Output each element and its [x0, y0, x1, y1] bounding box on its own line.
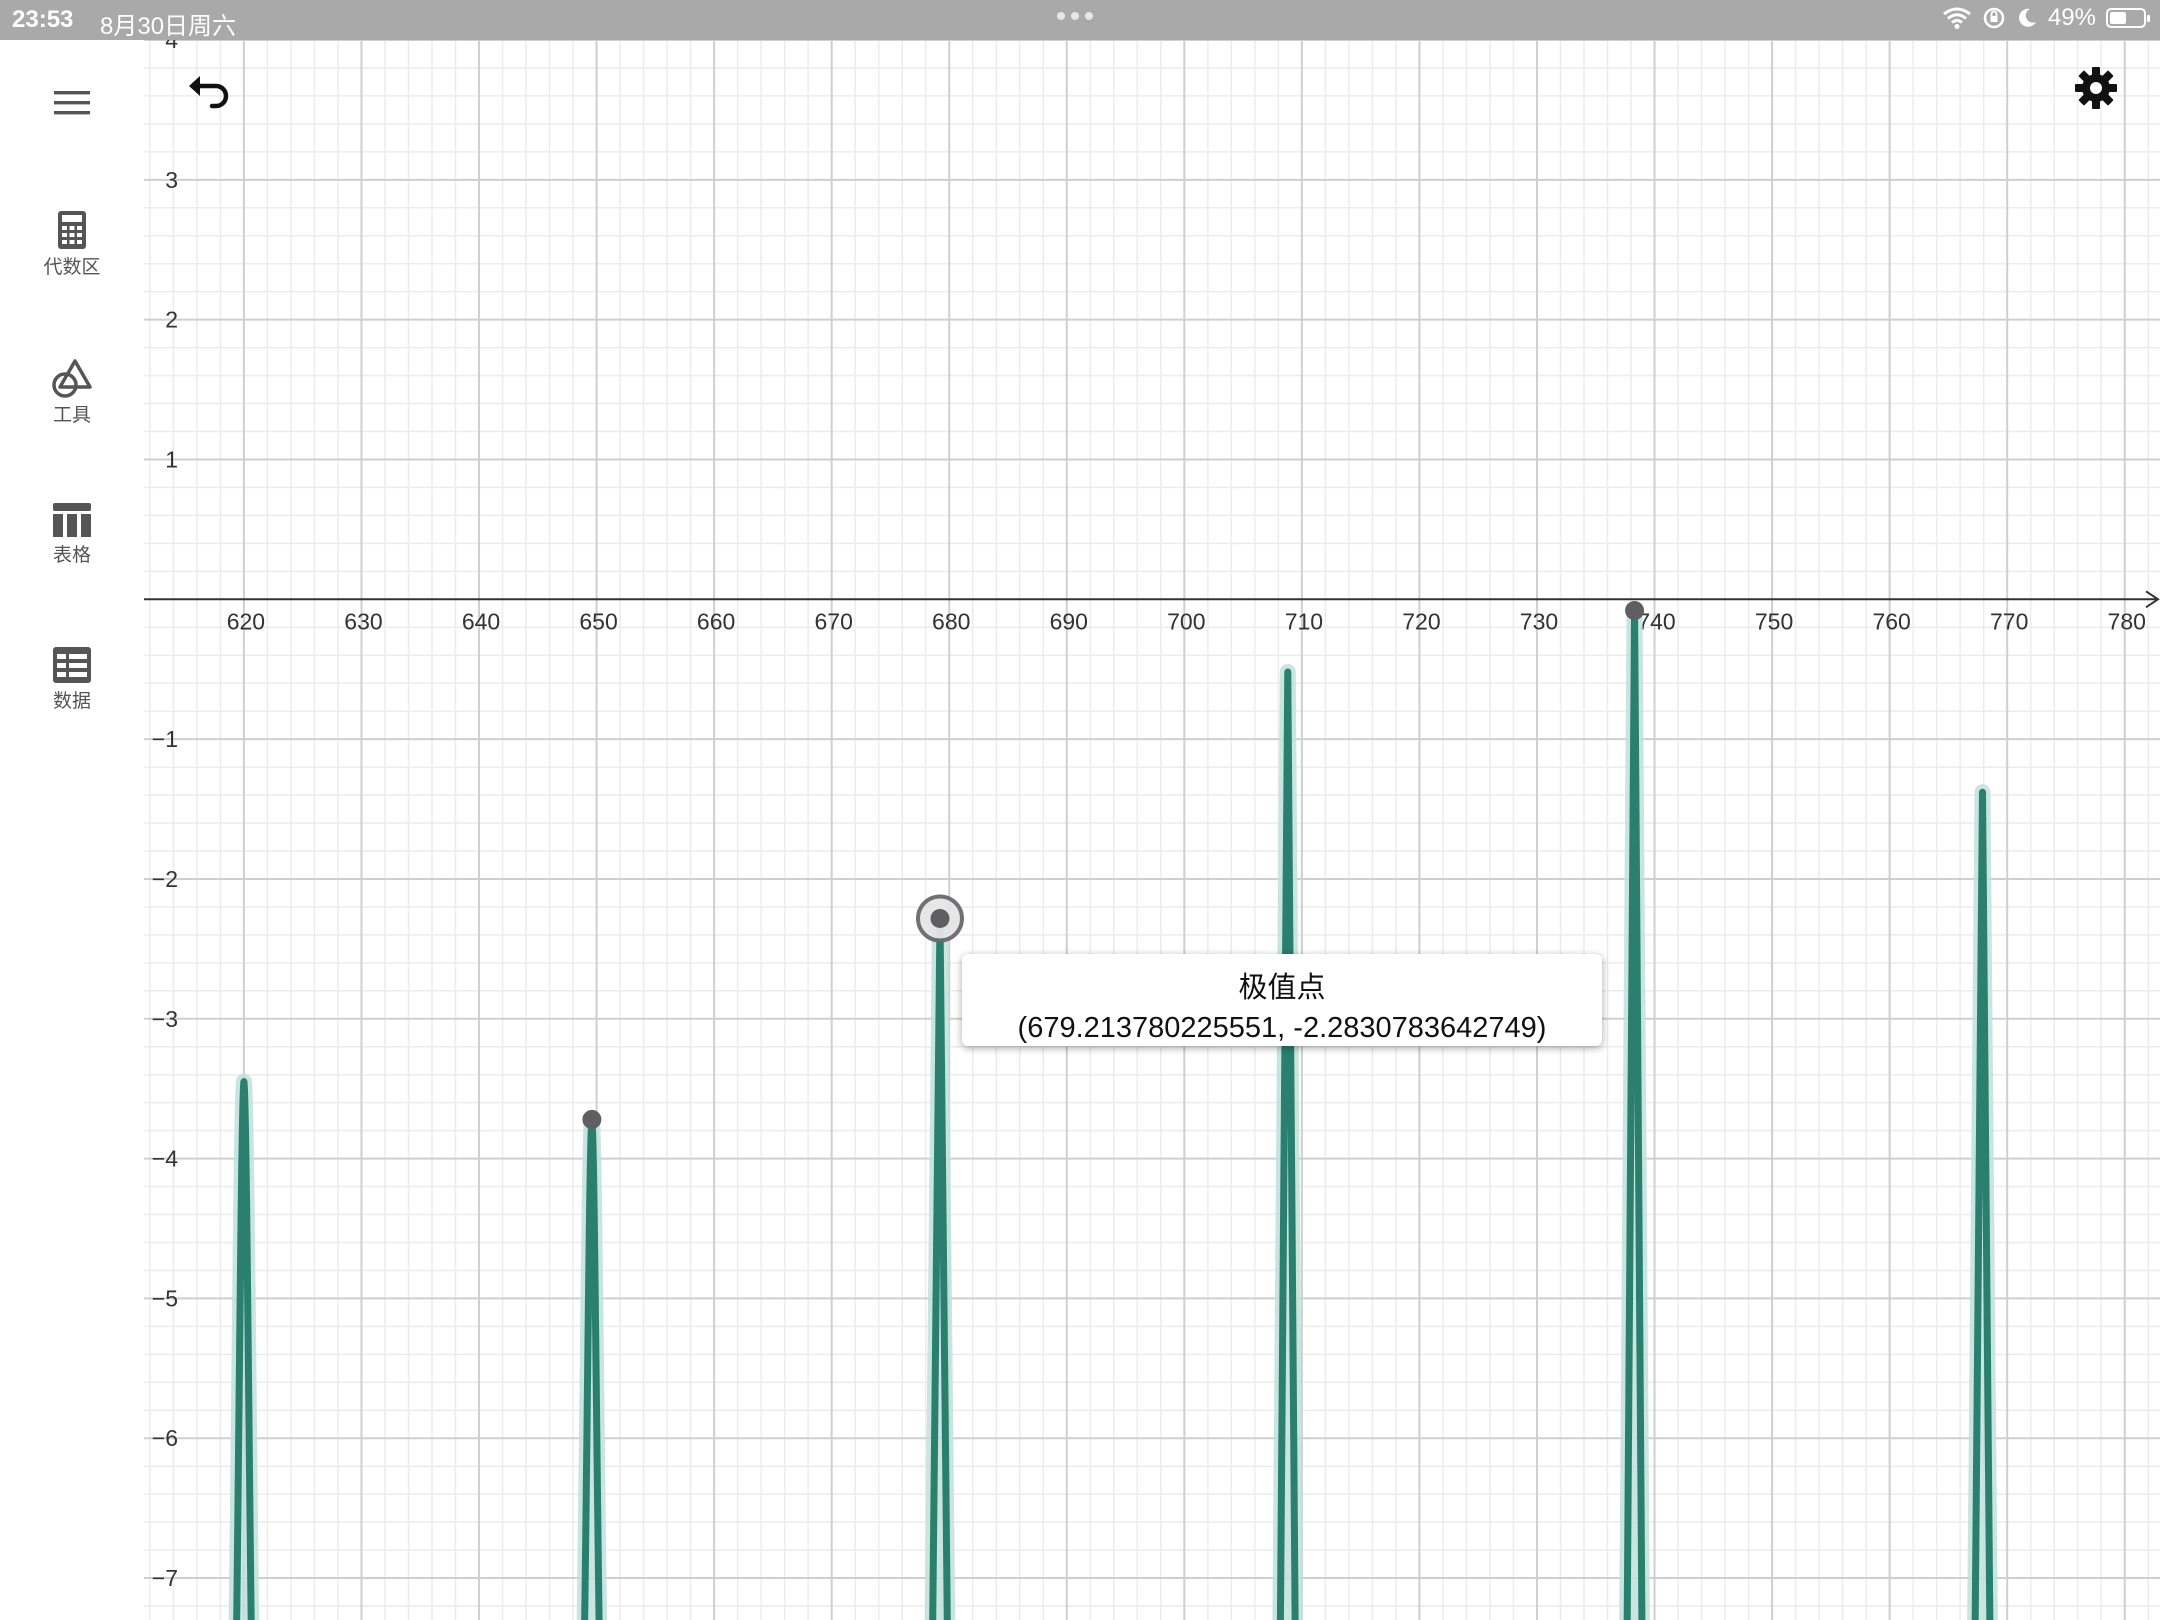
x-tick-label: 670	[814, 608, 852, 634]
undo-icon	[189, 76, 229, 109]
graph-canvas[interactable]: 620 630 640 650 660 670 680 690 700 710 720 730 740 7…	[144, 40, 2160, 1620]
sidebar-item-label: 工具	[52, 405, 91, 426]
extremum-point	[582, 1109, 602, 1129]
y-tick-label: 3	[165, 167, 178, 193]
battery-percentage: 49%	[2047, 4, 2096, 31]
x-tick-label: 710	[1285, 608, 1323, 634]
tooltip-coordinates: (679.213780225551, -2.2830783642749)	[1017, 1012, 1547, 1044]
status-date: 8月30日周六	[100, 13, 237, 40]
axes	[144, 590, 2160, 609]
x-tick-label: 780	[2108, 608, 2146, 634]
settings-button[interactable]	[2074, 66, 2118, 110]
sidebar: 代数区 工具 表格 数据	[0, 40, 144, 1620]
geogebra-app: 23:53 8月30日周六 49% 620 630 640 650 660 67…	[0, 0, 2160, 1620]
x-tick-label: 630	[344, 608, 382, 634]
wifi-icon	[1943, 7, 1971, 29]
x-tick-label: 640	[462, 608, 500, 634]
shapes-icon	[52, 359, 92, 398]
x-tick-label: 650	[579, 608, 617, 634]
y-tick-label: −2	[152, 866, 178, 892]
table-icon	[53, 503, 91, 537]
moon-icon	[2019, 8, 2036, 27]
status-indicators: 49%	[1942, 4, 2150, 32]
sidebar-item-data[interactable]: 数据	[0, 646, 144, 713]
x-tick-label: 660	[697, 608, 735, 634]
hamburger-menu-icon	[54, 91, 90, 115]
x-tick-label: 680	[932, 608, 970, 634]
sidebar-item-algebra[interactable]: 代数区	[0, 210, 144, 279]
y-tick-label: −5	[152, 1285, 178, 1311]
x-tick-label: 720	[1402, 608, 1440, 634]
tooltip-title: 极值点	[1238, 972, 1326, 1004]
minor-grid	[144, 40, 2160, 1620]
extremum-point	[930, 909, 950, 929]
graphics-view[interactable]: 620 630 640 650 660 670 680 690 700 710 720 730 740 7…	[144, 40, 2160, 1620]
sidebar-item-label: 表格	[52, 545, 91, 566]
sidebar-item-label: 代数区	[43, 257, 101, 278]
sidebar-item-label: 数据	[52, 691, 91, 712]
x-tick-label: 750	[1755, 608, 1793, 634]
tick-labels: 620 630 640 650 660 670 680 690 700 710 720 730 740 7…	[152, 40, 2146, 1591]
status-bar: 23:53 8月30日周六 49%	[0, 0, 2160, 40]
x-tick-label: 730	[1520, 608, 1558, 634]
multitasking-dots[interactable]	[1057, 12, 1093, 20]
y-tick-label: −6	[152, 1425, 178, 1451]
x-tick-label: 760	[1872, 608, 1910, 634]
x-tick-label: 620	[227, 608, 265, 634]
calculator-icon	[58, 211, 86, 249]
y-tick-label: 2	[165, 307, 178, 333]
sidebar-item-tools[interactable]: 工具	[0, 358, 144, 427]
y-tick-label: −4	[152, 1146, 178, 1172]
sidebar-item-table[interactable]: 表格	[0, 502, 144, 567]
data-icon	[53, 647, 91, 683]
y-tick-label: 1	[165, 446, 178, 472]
gear-icon	[2075, 67, 2117, 109]
y-tick-label: −3	[152, 1006, 178, 1032]
extremum-tooltip: 极值点 (679.213780225551, -2.2830783642749)	[962, 954, 1602, 1046]
y-tick-label: 4	[165, 40, 178, 53]
x-tick-label: 770	[1990, 608, 2028, 634]
battery-fill	[2110, 12, 2126, 24]
menu-button[interactable]	[0, 88, 144, 118]
x-tick-label: 700	[1167, 608, 1205, 634]
y-tick-label: −7	[152, 1565, 178, 1591]
undo-button[interactable]	[186, 72, 232, 112]
battery-icon	[2106, 8, 2150, 28]
y-tick-label: −1	[152, 726, 178, 752]
extremum-point	[1625, 600, 1645, 620]
x-tick-label: 690	[1050, 608, 1088, 634]
status-time: 23:53	[12, 6, 74, 33]
orientation-lock-icon	[1983, 7, 2005, 29]
